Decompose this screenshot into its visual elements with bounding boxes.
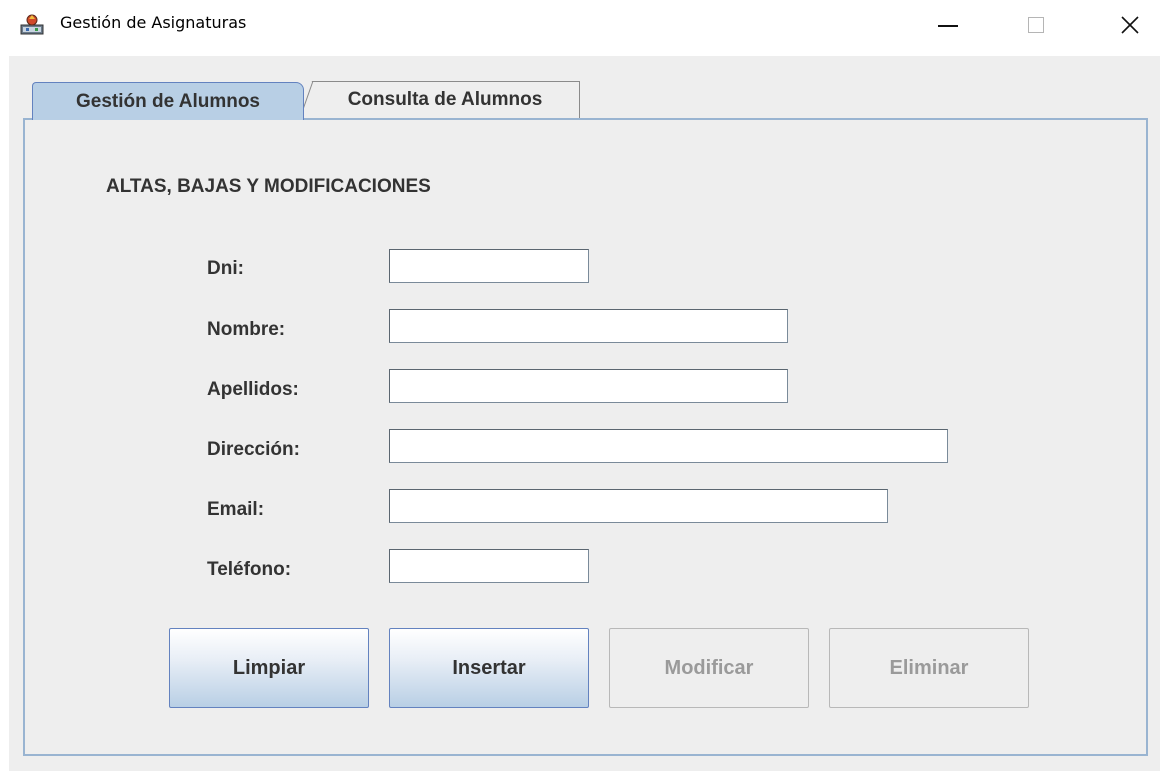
java-app-icon (20, 14, 44, 35)
close-icon (1121, 16, 1139, 34)
maximize-button[interactable] (1006, 0, 1066, 50)
tab-gestion-alumnos[interactable]: Gestión de Alumnos (32, 82, 304, 120)
limpiar-button[interactable]: Limpiar (169, 628, 369, 708)
apellidos-field[interactable] (389, 369, 788, 403)
eliminar-label: Eliminar (889, 656, 969, 679)
tab-label: Consulta de Alumnos (347, 89, 543, 110)
apellidos-label: Apellidos: (207, 379, 299, 400)
nombre-label: Nombre: (207, 319, 286, 340)
direccion-field[interactable] (389, 429, 948, 463)
tab-consulta-alumnos[interactable]: Consulta de Alumnos (300, 81, 580, 118)
close-button[interactable] (1100, 0, 1160, 50)
section-title: ALTAS, BAJAS Y MODIFICACIONES (106, 176, 431, 197)
content-area: Consulta de Alumnos Gestión de Alumnos A… (9, 56, 1160, 771)
limpiar-label: Limpiar (232, 656, 306, 679)
modificar-label: Modificar (664, 656, 754, 679)
modificar-button[interactable]: Modificar (609, 628, 809, 708)
application-window: Gestión de Asignaturas Consulta de Alumn… (0, 0, 1166, 771)
maximize-icon (1028, 17, 1044, 33)
telefono-label: Teléfono: (207, 559, 292, 580)
insertar-label: Insertar (452, 656, 526, 679)
dni-label: Dni: (207, 258, 244, 279)
telefono-field[interactable] (389, 549, 589, 583)
tab-label: Gestión de Alumnos (75, 90, 261, 112)
minimize-button[interactable] (918, 0, 978, 50)
email-label: Email: (207, 499, 265, 520)
window-title: Gestión de Asignaturas (60, 13, 247, 32)
email-field[interactable] (389, 489, 888, 523)
direccion-label: Dirección: (207, 439, 300, 460)
insertar-button[interactable]: Insertar (389, 628, 589, 708)
nombre-field[interactable] (389, 309, 788, 343)
eliminar-button[interactable]: Eliminar (829, 628, 1029, 708)
dni-field[interactable] (389, 249, 589, 283)
title-bar[interactable]: Gestión de Asignaturas (0, 0, 1166, 50)
minimize-icon (938, 25, 958, 27)
